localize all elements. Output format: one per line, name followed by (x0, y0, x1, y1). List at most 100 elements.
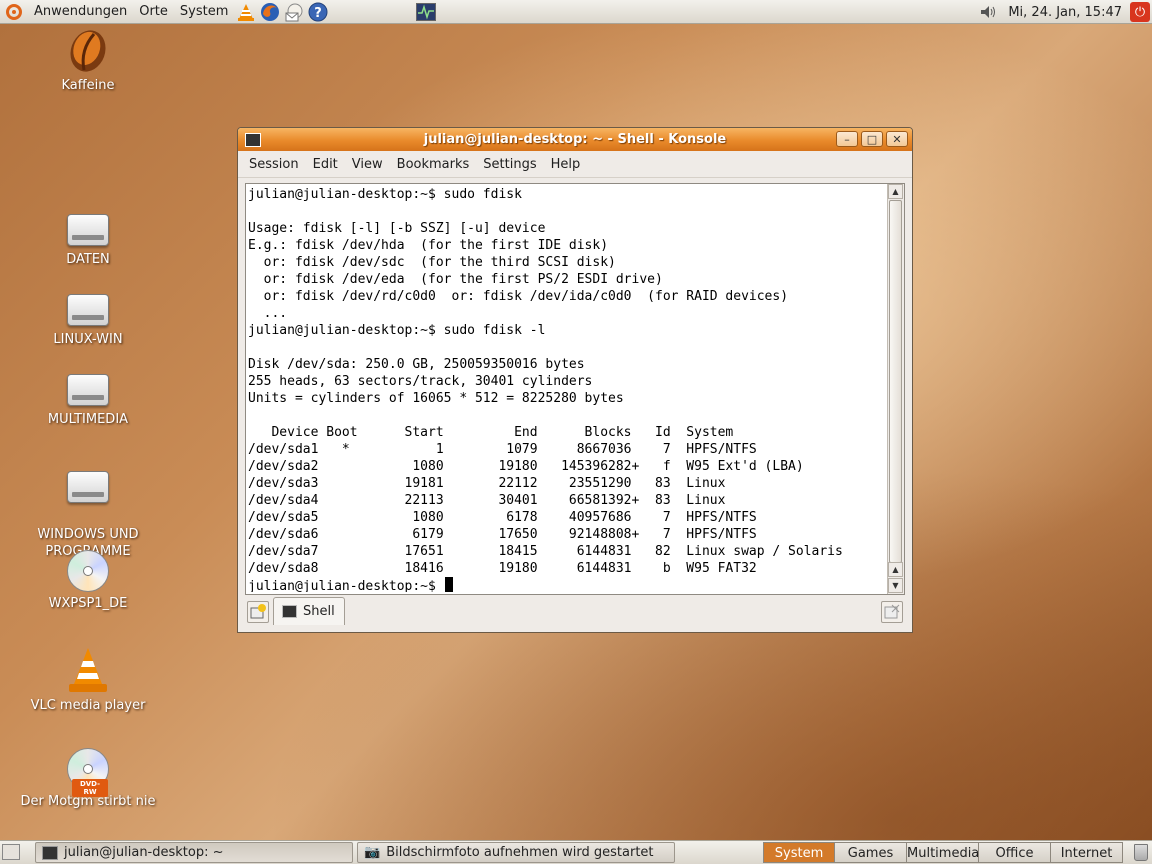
workspace-multimedia[interactable]: Multimedia (907, 842, 979, 863)
desktop-icon-label: VLC media player (30, 698, 146, 713)
scroll-up-arrow[interactable]: ▲ (888, 184, 903, 199)
trash-icon[interactable] (1134, 844, 1148, 861)
svg-text:?: ? (315, 6, 323, 21)
tab-bar: Shell (245, 597, 905, 627)
close-session-button[interactable] (881, 601, 903, 623)
menu-session[interactable]: Session (242, 157, 306, 172)
menu-edit[interactable]: Edit (306, 157, 345, 172)
maximize-button[interactable]: □ (861, 131, 883, 147)
terminal-line: Device Boot Start End Blocks Id System (248, 425, 734, 440)
scroll-up-arrow[interactable]: ▲ (888, 562, 903, 577)
terminal-scrollbar[interactable]: ▲ ▲ ▼ (887, 184, 904, 594)
clock[interactable]: Mi, 24. Jan, 15:47 (1000, 5, 1130, 20)
desktop-icon-linux-win[interactable]: LINUX-WIN (18, 294, 158, 347)
terminal-line: julian@julian-desktop:~$ sudo fdisk -l (248, 323, 546, 338)
help-launcher-icon[interactable]: ? (308, 2, 328, 22)
workspace-games[interactable]: Games (835, 842, 907, 863)
cd-icon (67, 550, 109, 592)
menu-bookmarks[interactable]: Bookmarks (390, 157, 477, 172)
terminal-output[interactable]: julian@julian-desktop:~$ sudo fdisk Usag… (248, 186, 888, 592)
terminal-line: E.g.: fdisk /dev/hda (for the first IDE … (248, 238, 609, 253)
taskbar-item-konsole[interactable]: julian@julian-desktop: ~ (35, 842, 353, 863)
ubuntu-logo-icon[interactable] (6, 3, 22, 20)
taskbar-item-label: julian@julian-desktop: ~ (64, 845, 224, 860)
terminal-prompt: julian@julian-desktop:~$ (248, 579, 444, 592)
desktop-icon-label: LINUX-WIN (53, 332, 123, 347)
menu-places[interactable]: Orte (133, 0, 174, 24)
desktop-icon-daten[interactable]: DATEN (18, 214, 158, 267)
workspace-office[interactable]: Office (979, 842, 1051, 863)
menu-settings[interactable]: Settings (476, 157, 543, 172)
top-panel: Anwendungen Orte System ? Mi, 24. Jan, 1… (0, 0, 1152, 24)
terminal-line: /dev/sda8 18416 19180 6144831 b W95 FAT3… (248, 561, 757, 576)
terminal-line: julian@julian-desktop:~$ sudo fdisk (248, 187, 522, 202)
kaffeine-icon (70, 30, 106, 72)
bottom-panel: julian@julian-desktop: ~ 📷 Bildschirmfot… (0, 840, 1152, 864)
menu-applications[interactable]: Anwendungen (28, 0, 133, 24)
terminal-line: /dev/sda1 * 1 1079 8667036 7 HPFS/NTFS (248, 442, 757, 457)
drive-icon (67, 294, 109, 326)
power-icon[interactable]: ⏻ (1130, 2, 1150, 22)
show-desktop-icon[interactable] (2, 844, 20, 860)
vlc-launcher-icon[interactable] (236, 2, 256, 22)
terminal-frame: julian@julian-desktop:~$ sudo fdisk Usag… (245, 183, 905, 595)
terminal-line: ... (248, 306, 288, 321)
terminal-line: Units = cylinders of 16065 * 512 = 82252… (248, 391, 624, 406)
terminal-line: or: fdisk /dev/eda (for the first PS/2 E… (248, 272, 663, 287)
terminal-line: /dev/sda6 6179 17650 92148808+ 7 HPFS/NT… (248, 527, 757, 542)
terminal-prompt-line: julian@julian-desktop:~$ (248, 577, 888, 592)
drive-icon (67, 471, 109, 503)
terminal-icon (42, 845, 58, 860)
new-tab-button[interactable] (247, 601, 269, 623)
desktop-icon-label: MULTIMEDIA (47, 412, 129, 427)
workspace-internet[interactable]: Internet (1051, 842, 1123, 863)
desktop-icon-vlc[interactable]: VLC media player (18, 646, 158, 713)
desktop-icon-wxpsp1[interactable]: WXPSP1_DE (18, 550, 158, 611)
terminal-line: Usage: fdisk [-l] [-b SSZ] [-u] device (248, 221, 546, 236)
volume-icon[interactable] (978, 2, 998, 22)
scroll-thumb[interactable] (889, 200, 902, 563)
dvd-icon: DVD-RW (67, 748, 109, 797)
scroll-down-arrow[interactable]: ▼ (888, 578, 903, 593)
desktop-icon-kaffeine[interactable]: Kaffeine (18, 28, 158, 93)
workspace-system[interactable]: System (763, 842, 835, 863)
window-menubar: Session Edit View Bookmarks Settings Hel… (238, 151, 912, 178)
vlc-icon (69, 648, 107, 692)
minimize-button[interactable]: – (836, 131, 858, 147)
tab-label: Shell (303, 604, 335, 619)
desktop-icon-label: DATEN (66, 252, 110, 267)
menu-view[interactable]: View (345, 157, 390, 172)
drive-icon (67, 374, 109, 406)
terminal-line: /dev/sda5 1080 6178 40957686 7 HPFS/NTFS (248, 510, 757, 525)
camera-icon: 📷 (364, 845, 381, 860)
terminal-line: /dev/sda3 19181 22112 23551290 83 Linux (248, 476, 726, 491)
konsole-app-icon[interactable] (245, 132, 261, 147)
terminal-line: or: fdisk /dev/sdc (for the third SCSI d… (248, 255, 616, 270)
taskbar-item-label: Bildschirmfoto aufnehmen wird gestartet (386, 845, 654, 860)
close-button[interactable]: ✕ (886, 131, 908, 147)
terminal-line: /dev/sda7 17651 18415 6144831 82 Linux s… (248, 544, 843, 559)
desktop-icon-label: WXPSP1_DE (48, 596, 128, 611)
new-session-icon (250, 604, 266, 619)
tab-shell[interactable]: Shell (273, 597, 345, 625)
menu-system[interactable]: System (174, 0, 234, 24)
drive-icon (67, 214, 109, 246)
terminal-line: /dev/sda4 22113 30401 66581392+ 83 Linux (248, 493, 726, 508)
system-monitor-icon[interactable] (416, 2, 437, 22)
taskbar-item-screenshot[interactable]: 📷 Bildschirmfoto aufnehmen wird gestarte… (357, 842, 675, 863)
mail-launcher-icon[interactable] (284, 2, 304, 22)
desktop-icon-dvd[interactable]: DVD-RW Der Motgm stirbt nie (18, 748, 158, 809)
desktop-icon-windows-und-programme[interactable]: WINDOWS UND PROGRAMME (18, 454, 158, 560)
dvd-rw-badge: DVD-RW (72, 779, 108, 797)
menu-help[interactable]: Help (544, 157, 588, 172)
terminal-cursor (444, 577, 453, 592)
terminal-line: 255 heads, 63 sectors/track, 30401 cylin… (248, 374, 593, 389)
workspace-switcher: System Games Multimedia Office Internet (763, 842, 1123, 863)
window-titlebar[interactable]: julian@julian-desktop: ~ - Shell - Konso… (238, 128, 912, 151)
close-session-icon (884, 604, 900, 619)
firefox-launcher-icon[interactable] (260, 2, 280, 22)
desktop-icon-multimedia[interactable]: MULTIMEDIA (18, 374, 158, 427)
